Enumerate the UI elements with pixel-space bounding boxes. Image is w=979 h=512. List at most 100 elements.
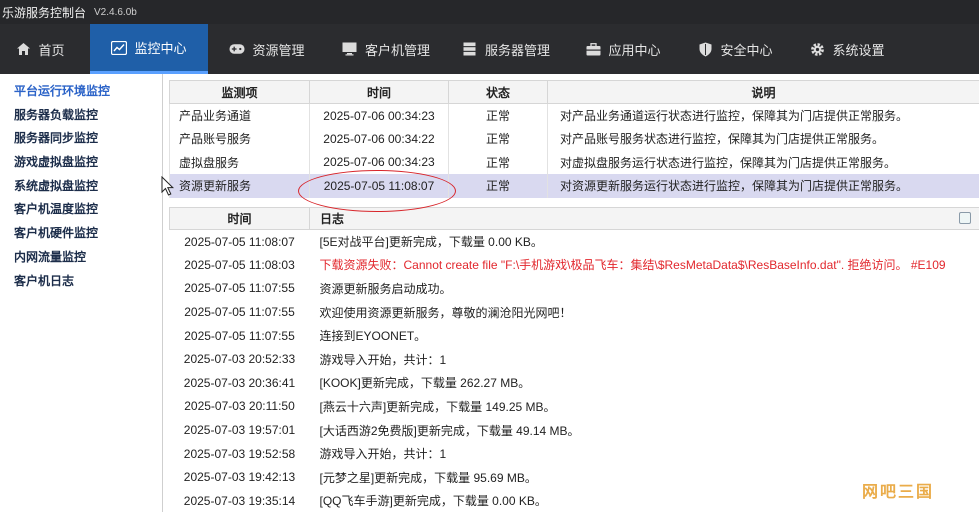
server-icon	[462, 41, 478, 57]
cell-time: 2025-07-05 11:08:07	[309, 174, 449, 198]
nav-settings-label: 系统设置	[832, 42, 885, 58]
cell-state: 正常	[448, 127, 548, 151]
log-row[interactable]: 2025-07-05 11:07:55 欢迎使用资源更新服务，尊敬的澜沧阳光网吧！	[170, 300, 979, 324]
log-message: [5E对战平台]更新完成，下载量 0.00 KB。	[319, 235, 543, 250]
title-bar: 乐游服务控制台 V2.4.6.0b	[0, 0, 979, 24]
log-row[interactable]: 2025-07-03 19:52:58 游戏导入开始，共计：1	[170, 442, 979, 466]
nav-security-label: 安全中心	[720, 42, 773, 58]
cell-desc: 对虚拟盘服务运行状态进行监控，保障其为门店提供正常服务。	[547, 150, 979, 174]
log-row-error[interactable]: 2025-07-05 11:08:03 下载资源失败：Cannot create …	[170, 253, 979, 277]
nav-app-center[interactable]: 应用中心	[568, 24, 678, 74]
log-time: 2025-07-03 19:52:58	[183, 446, 296, 461]
nav-server-management[interactable]: 服务器管理	[448, 24, 564, 74]
cell-time: 2025-07-06 00:34:23	[309, 103, 449, 127]
nav-home[interactable]: 首页	[0, 24, 80, 74]
nav-resource-management[interactable]: 资源管理	[212, 24, 322, 74]
gear-icon	[809, 41, 825, 57]
nav-system-settings[interactable]: 系统设置	[792, 24, 902, 74]
log-message: [大话西游2免费版]更新完成，下载量 49.14 MB。	[319, 423, 580, 438]
shield-icon	[697, 41, 713, 57]
cell-item: 资源更新服务	[169, 174, 310, 198]
col-header-desc[interactable]: 说明	[547, 80, 979, 104]
log-table-header: 时间 日志	[169, 207, 979, 230]
log-time: 2025-07-05 11:08:03	[184, 257, 295, 272]
log-time: 2025-07-03 20:36:41	[183, 375, 296, 390]
top-nav: 首页 监控中心 资源管理 客户机管理 服务器管理 应用中心 安全中心 系统设置	[0, 24, 979, 74]
log-row[interactable]: 2025-07-05 11:07:55 连接到EYOONET。	[170, 324, 979, 348]
sidebar-item-client-hardware[interactable]: 客户机硬件监控	[0, 222, 162, 246]
table-row[interactable]: 虚拟盘服务 2025-07-06 00:34:23 正常 对虚拟盘服务运行状态进…	[169, 150, 979, 174]
cell-state: 正常	[448, 150, 548, 174]
nav-monitor-label: 监控中心	[134, 41, 187, 56]
cell-desc: 对产品业务通道运行状态进行监控，保障其为门店提供正常服务。	[547, 103, 979, 127]
table-row[interactable]: 产品业务通道 2025-07-06 00:34:23 正常 对产品业务通道运行状…	[169, 103, 979, 127]
sidebar-item-client-log[interactable]: 客户机日志	[0, 270, 162, 294]
mouse-cursor-icon	[161, 176, 175, 196]
cell-state: 正常	[448, 174, 548, 198]
desktop-icon	[342, 41, 358, 57]
log-message: 资源更新服务启动成功。	[319, 281, 452, 296]
log-header-log-label: 日志	[320, 212, 345, 226]
nav-home-label: 首页	[38, 42, 65, 58]
log-header-time[interactable]: 时间	[169, 207, 310, 230]
log-message-error: 下载资源失败：Cannot create file "F:\手机游戏\极品飞车：…	[319, 258, 946, 273]
log-header-log[interactable]: 日志	[309, 207, 979, 230]
cell-item: 产品账号服务	[169, 127, 310, 151]
log-row[interactable]: 2025-07-03 20:11:50 [燕云十六声]更新完成，下载量 149.2…	[170, 395, 979, 419]
nav-client-management[interactable]: 客户机管理	[326, 24, 446, 74]
nav-client-label: 客户机管理	[364, 42, 430, 58]
nav-server-label: 服务器管理	[484, 42, 550, 58]
table-row-selected[interactable]: 资源更新服务 2025-07-05 11:08:07 正常 对资源更新服务运行状…	[169, 174, 979, 198]
log-time: 2025-07-03 19:42:13	[183, 470, 296, 485]
sidebar-item-server-sync[interactable]: 服务器同步监控	[0, 127, 162, 151]
log-message: [燕云十六声]更新完成，下载量 149.25 MB。	[319, 399, 556, 414]
log-row[interactable]: 2025-07-03 20:52:33 游戏导入开始，共计：1	[170, 347, 979, 371]
log-time: 2025-07-05 11:07:55	[184, 328, 295, 343]
log-row[interactable]: 2025-07-03 19:42:13 [元梦之星]更新完成，下载量 95.69 …	[170, 465, 979, 489]
log-message: 连接到EYOONET。	[319, 329, 427, 344]
log-row[interactable]: 2025-07-05 11:08:07 [5E对战平台]更新完成，下载量 0.00…	[170, 230, 979, 254]
nav-app-label: 应用中心	[608, 42, 661, 58]
nav-security-center[interactable]: 安全中心	[680, 24, 790, 74]
log-message: 欢迎使用资源更新服务，尊敬的澜沧阳光网吧！	[319, 305, 572, 320]
app-title: 乐游服务控制台	[2, 5, 87, 20]
monitor-chart-icon	[111, 40, 128, 56]
log-filter-checkbox[interactable]	[959, 212, 971, 224]
gamepad-icon	[229, 41, 246, 57]
sidebar-item-platform-env[interactable]: 平台运行环境监控	[0, 80, 162, 104]
cell-time: 2025-07-06 00:34:23	[309, 150, 449, 174]
col-header-item[interactable]: 监测项	[169, 80, 310, 104]
log-message: 游戏导入开始，共计：1	[319, 447, 447, 462]
col-header-state[interactable]: 状态	[448, 80, 548, 104]
briefcase-icon	[585, 41, 601, 57]
table-row[interactable]: 产品账号服务 2025-07-06 00:34:22 正常 对产品账号服务状态进…	[169, 127, 979, 151]
cell-item: 虚拟盘服务	[169, 150, 310, 174]
nav-monitor-center[interactable]: 监控中心	[90, 24, 208, 74]
log-time: 2025-07-03 19:57:01	[183, 423, 296, 438]
log-row[interactable]: 2025-07-03 19:57:01 [大话西游2免费版]更新完成，下载量 49…	[170, 418, 979, 442]
log-time: 2025-07-03 20:11:50	[184, 399, 295, 414]
watermark-logo: 网吧三国	[862, 484, 935, 501]
sidebar-item-game-vdisk[interactable]: 游戏虚拟盘监控	[0, 151, 162, 175]
cell-desc: 对产品账号服务状态进行监控，保障其为门店提供正常服务。	[547, 127, 979, 151]
cell-desc: 对资源更新服务运行状态进行监控，保障其为门店提供正常服务。	[547, 174, 979, 198]
status-table-header: 监测项 时间 状态 说明	[169, 80, 979, 104]
log-time: 2025-07-05 11:07:55	[184, 305, 295, 320]
status-table: 监测项 时间 状态 说明 产品业务通道 2025-07-06 00:34:23 …	[169, 80, 979, 198]
log-time: 2025-07-03 19:35:14	[183, 493, 296, 508]
log-row[interactable]: 2025-07-03 20:36:41 [KOOK]更新完成，下载量 262.27…	[170, 371, 979, 395]
cell-item: 产品业务通道	[169, 103, 310, 127]
log-row[interactable]: 2025-07-05 11:07:55 资源更新服务启动成功。	[170, 277, 979, 301]
cell-state: 正常	[448, 103, 548, 127]
log-message: [KOOK]更新完成，下载量 262.27 MB。	[319, 376, 531, 391]
sidebar-item-system-vdisk[interactable]: 系统虚拟盘监控	[0, 175, 162, 199]
log-row[interactable]: 2025-07-03 19:35:14 [QQ飞车手游]更新完成，下载量 0.00…	[170, 489, 979, 512]
nav-resource-label: 资源管理	[252, 42, 305, 58]
app-version: V2.4.6.0b	[94, 6, 137, 18]
sidebar-item-server-load[interactable]: 服务器负载监控	[0, 104, 162, 128]
sidebar-item-client-temp[interactable]: 客户机温度监控	[0, 198, 162, 222]
log-time: 2025-07-05 11:07:55	[184, 281, 295, 296]
sidebar: 平台运行环境监控 服务器负载监控 服务器同步监控 游戏虚拟盘监控 系统虚拟盘监控…	[0, 74, 163, 512]
sidebar-item-lan-traffic[interactable]: 内网流量监控	[0, 246, 162, 270]
col-header-time[interactable]: 时间	[309, 80, 449, 104]
